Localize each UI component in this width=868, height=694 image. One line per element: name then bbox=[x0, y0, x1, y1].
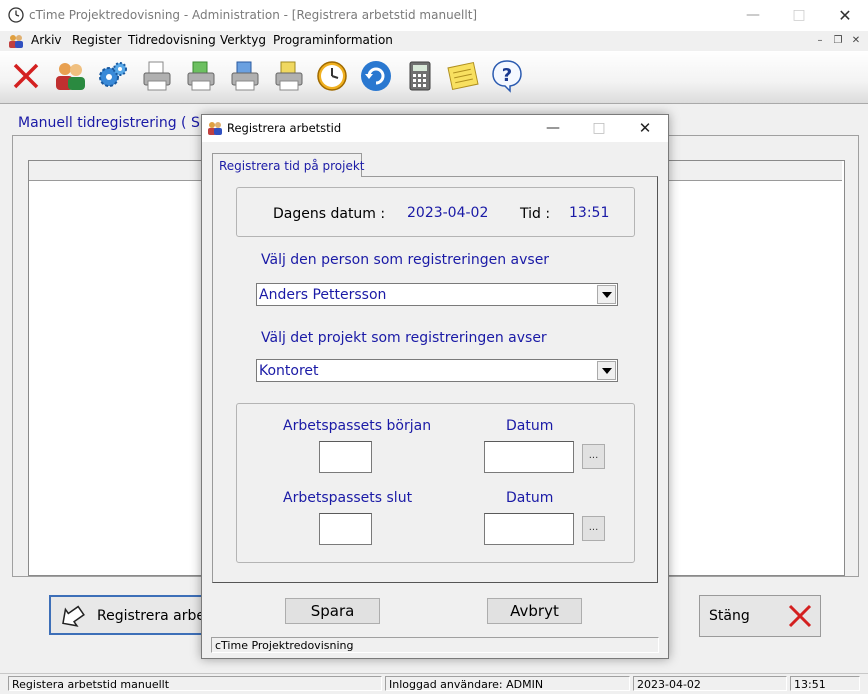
project-selected-value: Kontoret bbox=[259, 363, 319, 379]
dialog-minimize-button[interactable]: — bbox=[530, 115, 576, 142]
start-time-input[interactable] bbox=[319, 441, 372, 473]
users-icon bbox=[9, 35, 23, 48]
minimize-button[interactable]: — bbox=[730, 0, 776, 31]
chevron-down-icon[interactable] bbox=[597, 361, 616, 380]
close-form-button[interactable]: Stäng bbox=[699, 595, 821, 637]
menu-tidredovisning[interactable]: Tidredovisning bbox=[128, 33, 216, 47]
tab-label: Registrera tid på projekt bbox=[219, 159, 365, 173]
dialog-close-button[interactable]: ✕ bbox=[622, 115, 668, 142]
menu-register[interactable]: Register bbox=[72, 33, 121, 47]
window-title-bar[interactable]: cTime Projektredovisning - Administratio… bbox=[0, 0, 868, 31]
calculator-icon[interactable] bbox=[403, 59, 437, 93]
clock-icon bbox=[8, 7, 24, 23]
dialog-status: cTime Projektredovisning bbox=[211, 637, 659, 653]
window-title: cTime Projektredovisning - Administratio… bbox=[29, 8, 478, 22]
register-work-time-dialog: Registrera arbetstid — □ ✕ Registrera ti… bbox=[201, 114, 669, 659]
maximize-button[interactable]: □ bbox=[776, 0, 822, 31]
gears-icon[interactable] bbox=[96, 59, 130, 93]
close-window-button[interactable]: ✕ bbox=[822, 0, 868, 31]
status-bar: Registera arbetstid manuellt Inloggad an… bbox=[0, 673, 868, 694]
close-button-label: Stäng bbox=[709, 608, 750, 624]
menu-arkiv[interactable]: Arkiv bbox=[31, 33, 62, 47]
status-action: Registera arbetstid manuellt bbox=[8, 676, 382, 691]
end-date-label: Datum bbox=[506, 490, 554, 506]
chevron-down-icon[interactable] bbox=[597, 285, 616, 304]
date-value: 2023-04-02 bbox=[407, 205, 489, 221]
mdi-restore-button[interactable]: ❐ bbox=[830, 34, 846, 48]
users-icon bbox=[208, 122, 222, 135]
svg-text:?: ? bbox=[502, 65, 512, 86]
printer-blue-icon[interactable] bbox=[228, 59, 262, 93]
users-icon[interactable] bbox=[53, 59, 87, 93]
person-selected-value: Anders Pettersson bbox=[259, 287, 387, 303]
dialog-title: Registrera arbetstid bbox=[227, 121, 342, 135]
tab-register-time-on-project[interactable]: Registrera tid på projekt bbox=[212, 153, 365, 177]
menu-verktyg[interactable]: Verktyg bbox=[220, 33, 266, 47]
close-x-icon bbox=[788, 604, 812, 628]
register-button-label: Registrera arbet bbox=[97, 608, 211, 624]
status-time: 13:51 bbox=[790, 676, 860, 691]
start-date-label: Datum bbox=[506, 418, 554, 434]
project-select[interactable]: Kontoret bbox=[256, 359, 618, 382]
dialog-maximize-button[interactable]: □ bbox=[576, 115, 622, 142]
cancel-button[interactable]: Avbryt bbox=[487, 598, 582, 624]
arrow-register-icon bbox=[62, 605, 85, 627]
mdi-minimize-button[interactable]: – bbox=[812, 34, 828, 48]
start-date-input[interactable] bbox=[484, 441, 574, 473]
alarm-clock-icon[interactable] bbox=[315, 59, 349, 93]
close-x-icon[interactable] bbox=[9, 59, 43, 93]
mdi-close-button[interactable]: ✕ bbox=[848, 34, 864, 48]
notepad-icon[interactable] bbox=[446, 59, 480, 93]
save-button[interactable]: Spara bbox=[285, 598, 380, 624]
end-time-input[interactable] bbox=[319, 513, 372, 545]
menu-bar: Arkiv Register Tidredovisning Verktyg Pr… bbox=[0, 31, 868, 51]
end-date-input[interactable] bbox=[484, 513, 574, 545]
menu-programinformation[interactable]: Programinformation bbox=[273, 33, 393, 47]
status-user: Inloggad användare: ADMIN bbox=[385, 676, 630, 691]
printer-green-icon[interactable] bbox=[184, 59, 218, 93]
refresh-icon[interactable] bbox=[359, 59, 393, 93]
status-date: 2023-04-02 bbox=[633, 676, 787, 691]
help-icon[interactable]: ? bbox=[490, 59, 524, 93]
time-value: 13:51 bbox=[569, 205, 610, 221]
dialog-title-bar[interactable]: Registrera arbetstid — □ ✕ bbox=[202, 115, 668, 142]
printer-yellow-icon[interactable] bbox=[272, 59, 306, 93]
person-select[interactable]: Anders Pettersson bbox=[256, 283, 618, 306]
end-label: Arbetspassets slut bbox=[283, 490, 413, 506]
printer-document-icon[interactable] bbox=[140, 59, 174, 93]
toolbar: ? bbox=[0, 51, 868, 104]
person-prompt: Välj den person som registreringen avser bbox=[261, 252, 550, 268]
start-date-picker-button[interactable]: ... bbox=[582, 444, 605, 469]
end-date-picker-button[interactable]: ... bbox=[582, 516, 605, 541]
main-title: Manuell tidregistrering ( Ska bbox=[18, 115, 217, 131]
project-prompt: Välj det projekt som registreringen avse… bbox=[261, 330, 547, 346]
date-label: Dagens datum : bbox=[273, 206, 386, 222]
time-label: Tid : bbox=[520, 206, 551, 222]
start-label: Arbetspassets början bbox=[283, 418, 432, 434]
